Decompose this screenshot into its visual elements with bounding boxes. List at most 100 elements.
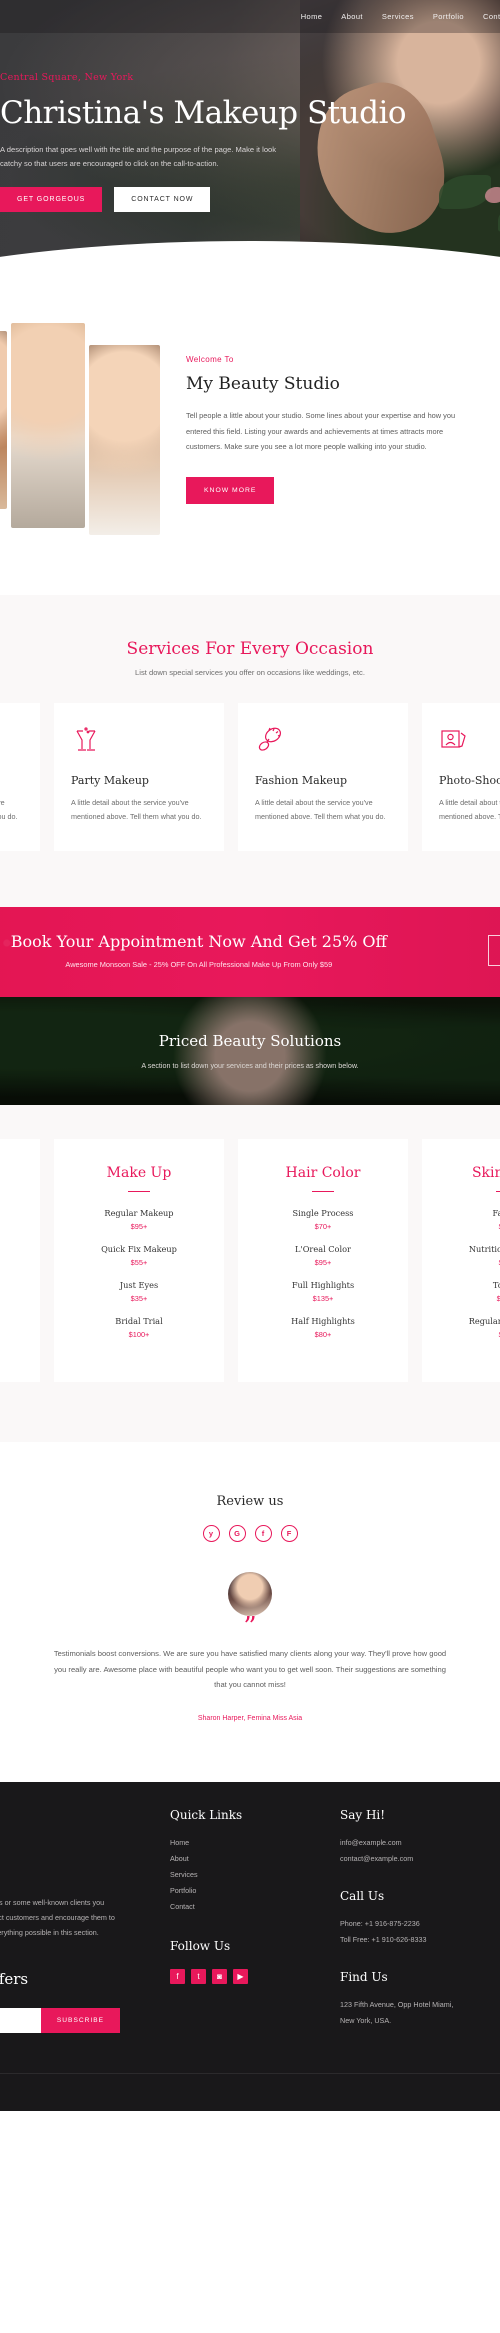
footer-link-portfolio[interactable]: Portfolio [170,1886,340,1895]
footer-about-column: Kolla Christina Koller Here you can list… [0,1808,170,2034]
footer-bottom-bar: © 2024 Makeup Artist Powered by WordPres… [0,2073,500,2111]
footer-contact-column: Say Hi! info@example.com contact@example… [340,1808,500,2033]
service-card[interactable]: Wedding Makeup A little detail about the… [0,703,40,851]
footer-link-home[interactable]: Home [170,1838,340,1847]
hero-buttons: GET GORGEOUS CONTACT NOW [0,187,430,213]
price-item: Regular Skin Care $80+ [434,1316,500,1339]
hero-location: Central Square, New York [0,72,134,83]
quote-icon: ” [243,1612,257,1643]
priced-beauty-banner: Priced Beauty Solutions A section to lis… [0,996,500,1105]
subscribe-button[interactable]: SUBSCRIBE [40,2008,120,2034]
footer-link-services[interactable]: Services [170,1870,340,1879]
price-name: Nutritional Advice [468,1244,500,1255]
price-name: L'Oreal Color [295,1244,351,1255]
divider [496,1190,500,1193]
facebook-icon[interactable]: f [170,1969,185,1984]
pricing-card-title: Skin Care [471,1164,500,1181]
foursquare-icon[interactable]: F [280,1525,298,1543]
service-card[interactable]: Party Makeup A little detail about the s… [54,703,224,851]
price-value: $35+ [130,1294,148,1304]
appointment-cta-banner: Book Your Appointment Now And Get 25% Of… [0,907,500,997]
site-footer: Kolla Christina Koller Here you can list… [0,1782,500,2112]
about-title: My Beauty Studio [186,374,340,394]
nav-item-about[interactable]: About [341,12,363,21]
price-value: $80+ [314,1330,332,1340]
priced-title: Priced Beauty Solutions [158,1031,342,1050]
services-subtitle: List down special services you offer on … [135,668,365,677]
nav-item-portfolio[interactable]: Portfolio [433,12,464,21]
facebook-icon[interactable]: f [254,1525,272,1543]
price-name: Facials [492,1208,500,1219]
footer-link-about[interactable]: About [170,1854,340,1863]
google-icon[interactable]: G [228,1525,246,1543]
follow-us-title: Follow Us [170,1939,231,1953]
price-item: Quick Fix Makeup $55+ [66,1244,212,1267]
price-item: Regular Makeup $95+ [66,1208,212,1231]
hero-description: A description that goes well with the ti… [0,145,277,169]
price-name: Half Highlights [291,1316,355,1327]
flower-shape [484,186,500,203]
pricing-card: Hair Cuts Women's Haircut $95+ Stylist H… [0,1138,40,1383]
price-name: Full Highlights [291,1280,355,1291]
yelp-icon[interactable]: y [202,1525,220,1543]
service-card[interactable]: Fashion Makeup A little detail about the… [238,703,408,851]
service-title: Fashion Makeup [255,774,348,787]
price-value: $55+ [130,1258,148,1268]
price-name: Quick Fix Makeup [101,1244,177,1255]
get-gorgeous-button[interactable]: GET GORGEOUS [0,187,103,213]
services-section: Services For Every Occasion List down sp… [0,595,500,907]
footer-link-contact[interactable]: Contact [170,1902,340,1911]
instagram-icon[interactable]: ◙ [212,1969,227,1984]
know-more-button[interactable]: KNOW MORE [186,476,275,504]
nav-item-contact[interactable]: Contact [483,12,500,21]
price-item: Toning $135+ [434,1280,500,1303]
divider [128,1190,150,1193]
email-input[interactable] [0,2008,41,2034]
page-root: Kolla Home About Services Portfolio Cont… [0,0,500,2112]
reviews-section: Review us y G f F ” Testimonials boost c… [0,1442,500,1782]
price-item: Half Highlights $80+ [250,1316,396,1339]
about-photo-collage [0,323,161,535]
service-text: A little detail about the service you've… [439,798,500,822]
testimonial-author: Sharon Harper, Femina Miss Asia [197,1715,303,1722]
services-card-row: Wedding Makeup A little detail about the… [0,703,500,851]
services-title: Services For Every Occasion [126,639,374,659]
champagne-glasses-icon [71,725,207,760]
say-hi-title: Say Hi! [340,1808,386,1822]
leaf-shape [438,175,491,210]
nav-item-services[interactable]: Services [382,12,414,21]
footer-name: Christina Koller [0,1858,170,1875]
quick-links-title: Quick Links [170,1808,243,1822]
pricing-card: Make Up Regular Makeup $95+ Quick Fix Ma… [54,1138,224,1383]
collage-photo [88,345,161,535]
review-socials: y G f F [0,1525,500,1543]
hero-content: Central Square, New York Christina's Mak… [0,72,430,213]
youtube-icon[interactable]: ▶ [233,1969,248,1984]
footer-links-column: Quick Links Home About Services Portfoli… [170,1808,340,2033]
service-card[interactable]: Photo-Shoot A little detail about the se… [422,703,500,851]
top-navigation-bar: Kolla Home About Services Portfolio Cont… [0,0,500,33]
book-appointment-button[interactable]: BOOK AN APPOINTMENT [487,934,500,966]
service-text: A little detail about the service you've… [71,798,202,822]
twitter-icon[interactable]: t [191,1969,206,1984]
price-item: Nutritional Advice $95+ [434,1244,500,1267]
price-name: Bridal Trial [115,1316,163,1327]
footer-address-line1: 123 Fifth Avenue, Opp Hotel Miami, [340,2000,454,2009]
price-name: Women's Haircut [0,1208,28,1218]
footer-email-1[interactable]: info@example.com [340,1838,500,1847]
price-value: $85+ [0,1294,28,1303]
footer-email-2[interactable]: contact@example.com [340,1854,500,1863]
price-value: $135+ [312,1294,334,1304]
price-value: $95+ [0,1222,28,1231]
service-text: A little detail about the service you've… [0,798,18,822]
testimonial-text: Testimonials boost conversions. We are s… [53,1649,447,1690]
priced-subtitle: A section to list down your services and… [141,1060,359,1070]
collage-photo [11,323,85,528]
nav-item-home[interactable]: Home [301,12,323,21]
divider [312,1190,334,1193]
hair-brush-icon [255,725,391,760]
collage-photo [0,331,8,509]
price-value: $80+ [434,1330,500,1339]
contact-now-button[interactable]: CONTACT NOW [114,187,211,213]
pricing-card-title: Hair Cuts [0,1165,28,1181]
